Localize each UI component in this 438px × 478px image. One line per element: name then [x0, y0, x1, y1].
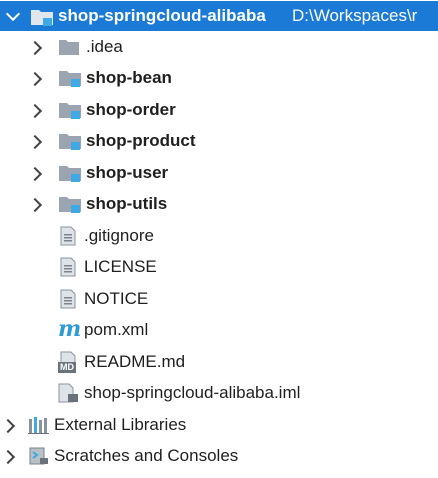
chevron-right-icon[interactable] — [27, 103, 43, 119]
module-folder-icon — [59, 134, 81, 150]
tree-item-shop-user[interactable]: shop-user — [0, 158, 438, 188]
tree-item-label: pom.xml — [84, 320, 149, 339]
module-folder-icon — [59, 166, 81, 182]
tree-item-label: shop-product — [86, 131, 196, 150]
module-folder-icon — [59, 71, 81, 87]
chevron-right-icon[interactable] — [27, 197, 43, 213]
chevron-right-icon[interactable] — [27, 40, 43, 56]
tree-item-iml[interactable]: shop-springcloud-alibaba.iml — [0, 378, 438, 408]
tree-item-label: README.md — [84, 352, 186, 371]
tree-item-notice[interactable]: NOTICE — [0, 284, 438, 314]
chevron-right-icon[interactable] — [27, 71, 43, 87]
tree-item-idea[interactable]: .idea — [0, 32, 438, 62]
module-folder-icon — [59, 197, 81, 213]
chevron-down-icon[interactable] — [5, 6, 21, 22]
tree-item-label: shop-springcloud-alibaba.iml — [84, 383, 301, 402]
text-file-icon — [60, 257, 76, 277]
scratches-icon — [29, 447, 48, 465]
chevron-right-icon[interactable] — [27, 134, 43, 150]
chevron-right-icon[interactable] — [0, 449, 16, 465]
tree-item-label: Scratches and Consoles — [54, 446, 239, 465]
tree-item-license[interactable]: LICENSE — [0, 252, 438, 282]
maven-icon: m — [58, 316, 82, 342]
chevron-right-icon[interactable] — [27, 166, 43, 182]
chevron-right-icon[interactable] — [0, 418, 16, 434]
tree-item-shop-order[interactable]: shop-order — [0, 95, 438, 125]
tree-item-label: shop-utils — [86, 194, 168, 213]
tree-item-shop-utils[interactable]: shop-utils — [0, 189, 438, 219]
project-tree: shop-springcloud-alibaba D:\Workspaces\r… — [0, 0, 438, 478]
tree-item-label: .idea — [86, 37, 123, 56]
tree-item-label: .gitignore — [84, 226, 154, 245]
tree-item-shop-bean[interactable]: shop-bean — [0, 63, 438, 93]
tree-item-gitignore[interactable]: .gitignore — [0, 221, 438, 251]
root-project-path: D:\Workspaces\r — [292, 6, 418, 25]
tree-root-row[interactable]: shop-springcloud-alibaba D:\Workspaces\r — [0, 1, 438, 31]
md-badge: MD — [58, 362, 76, 373]
module-folder-icon — [59, 103, 81, 119]
markdown-file-icon: MD — [58, 351, 82, 373]
tree-item-shop-product[interactable]: shop-product — [0, 126, 438, 156]
root-project-name: shop-springcloud-alibaba — [58, 6, 266, 25]
tree-item-label: NOTICE — [84, 289, 149, 308]
tree-item-label: External Libraries — [54, 415, 187, 434]
module-folder-icon — [31, 10, 53, 26]
tree-item-external-libraries[interactable]: External Libraries — [0, 410, 438, 440]
tree-item-scratches[interactable]: Scratches and Consoles — [0, 441, 438, 471]
iml-file-icon — [58, 383, 78, 403]
tree-item-pom-xml[interactable]: m pom.xml — [0, 315, 438, 345]
libraries-icon — [28, 417, 49, 434]
tree-item-label: shop-order — [86, 100, 176, 119]
folder-icon — [59, 40, 79, 55]
text-file-icon — [60, 226, 76, 246]
tree-item-label: shop-bean — [86, 68, 172, 87]
text-file-icon — [60, 289, 76, 309]
tree-item-label: shop-user — [86, 163, 169, 182]
tree-item-readme[interactable]: MD README.md — [0, 347, 438, 377]
tree-item-label: LICENSE — [84, 257, 157, 276]
